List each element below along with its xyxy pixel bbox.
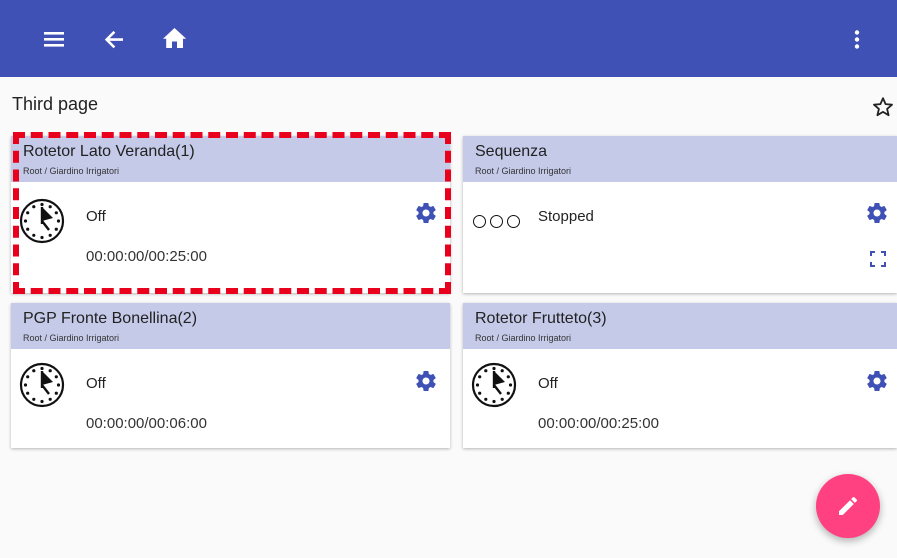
gear-icon bbox=[867, 203, 887, 224]
settings-button[interactable] bbox=[865, 369, 889, 393]
sequence-dots-icon bbox=[473, 215, 520, 228]
status-text: Stopped bbox=[538, 208, 594, 225]
home-button[interactable] bbox=[158, 22, 192, 56]
timer-clock-icon bbox=[471, 362, 517, 408]
page-title: Third page bbox=[12, 94, 99, 114]
menu-button[interactable] bbox=[38, 22, 72, 56]
fullscreen-icon[interactable] bbox=[869, 250, 887, 268]
card-title: Rotetor Lato Veranda(1) bbox=[23, 143, 195, 160]
pencil-icon bbox=[839, 496, 858, 515]
card-title: PGP Fronte Bonellina(2) bbox=[23, 310, 198, 327]
settings-button[interactable] bbox=[414, 369, 438, 393]
more-vert-icon bbox=[854, 30, 860, 49]
card-subtitle: Root / Giardino Irrigatori bbox=[23, 166, 120, 176]
settings-button[interactable] bbox=[865, 201, 889, 225]
timer-text: 00:00:00/00:25:00 bbox=[538, 415, 659, 432]
card-subtitle: Root / Giardino Irrigatori bbox=[23, 333, 120, 343]
gear-icon bbox=[416, 203, 436, 224]
status-text: Off bbox=[538, 375, 558, 392]
timer-clock-icon bbox=[19, 198, 65, 244]
card-header: Rotetor Frutteto(3) Root / Giardino Irri… bbox=[463, 303, 897, 349]
device-card-sequenza[interactable]: Sequenza Root / Giardino Irrigatori Stop… bbox=[463, 136, 897, 293]
star-outline-icon[interactable] bbox=[871, 95, 895, 119]
device-card-rotetor-lato-veranda[interactable]: Rotetor Lato Veranda(1) Root / Giardino … bbox=[11, 136, 450, 293]
menu-icon bbox=[44, 32, 64, 47]
status-text: Off bbox=[86, 375, 106, 392]
timer-text: 00:00:00/00:25:00 bbox=[86, 248, 207, 265]
settings-button[interactable] bbox=[414, 201, 438, 225]
device-card-rotetor-frutteto[interactable]: Rotetor Frutteto(3) Root / Giardino Irri… bbox=[463, 303, 897, 448]
edit-fab-button[interactable] bbox=[816, 474, 880, 538]
card-title: Rotetor Frutteto(3) bbox=[475, 310, 607, 327]
card-header: Rotetor Lato Veranda(1) Root / Giardino … bbox=[11, 136, 450, 182]
card-title: Sequenza bbox=[475, 143, 548, 160]
card-subtitle: Root / Giardino Irrigatori bbox=[475, 333, 572, 343]
status-text: Off bbox=[86, 208, 106, 225]
device-card-pgp-fronte-bonellina[interactable]: PGP Fronte Bonellina(2) Root / Giardino … bbox=[11, 303, 450, 448]
back-button[interactable] bbox=[98, 22, 132, 56]
card-header: PGP Fronte Bonellina(2) Root / Giardino … bbox=[11, 303, 450, 349]
card-header: Sequenza Root / Giardino Irrigatori bbox=[463, 136, 897, 182]
back-arrow-icon bbox=[104, 30, 123, 49]
gear-icon bbox=[416, 371, 436, 392]
gear-icon bbox=[867, 371, 887, 392]
timer-text: 00:00:00/00:06:00 bbox=[86, 415, 207, 432]
timer-clock-icon bbox=[19, 362, 65, 408]
home-icon bbox=[163, 28, 187, 48]
card-subtitle: Root / Giardino Irrigatori bbox=[475, 166, 572, 176]
app-bar bbox=[0, 0, 897, 77]
more-options-button[interactable] bbox=[840, 22, 874, 56]
